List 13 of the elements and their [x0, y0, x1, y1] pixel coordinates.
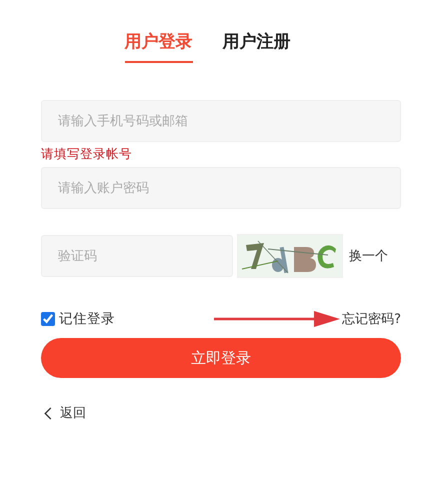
tab[interactable]: 用户登录 [124, 28, 192, 63]
error-message: 请填写登录帐号 [41, 146, 132, 163]
tab[interactable]: 用户注册 [222, 28, 290, 63]
remember-label: 记住登录 [59, 310, 115, 328]
login-button[interactable]: 立即登录 [41, 338, 401, 378]
password-field[interactable]: 请输入账户密码 [41, 167, 401, 209]
refresh-captcha-link[interactable]: 换一个 [347, 247, 388, 265]
forgot-password-link[interactable]: 忘记密码? [340, 310, 401, 328]
remember-checkbox[interactable] [41, 312, 55, 326]
back-link[interactable]: 返回 [41, 404, 86, 422]
back-icon [44, 406, 52, 420]
account-field[interactable]: 请输入手机号码或邮箱 [41, 100, 401, 142]
captcha-field[interactable]: 验证码 [41, 235, 233, 277]
